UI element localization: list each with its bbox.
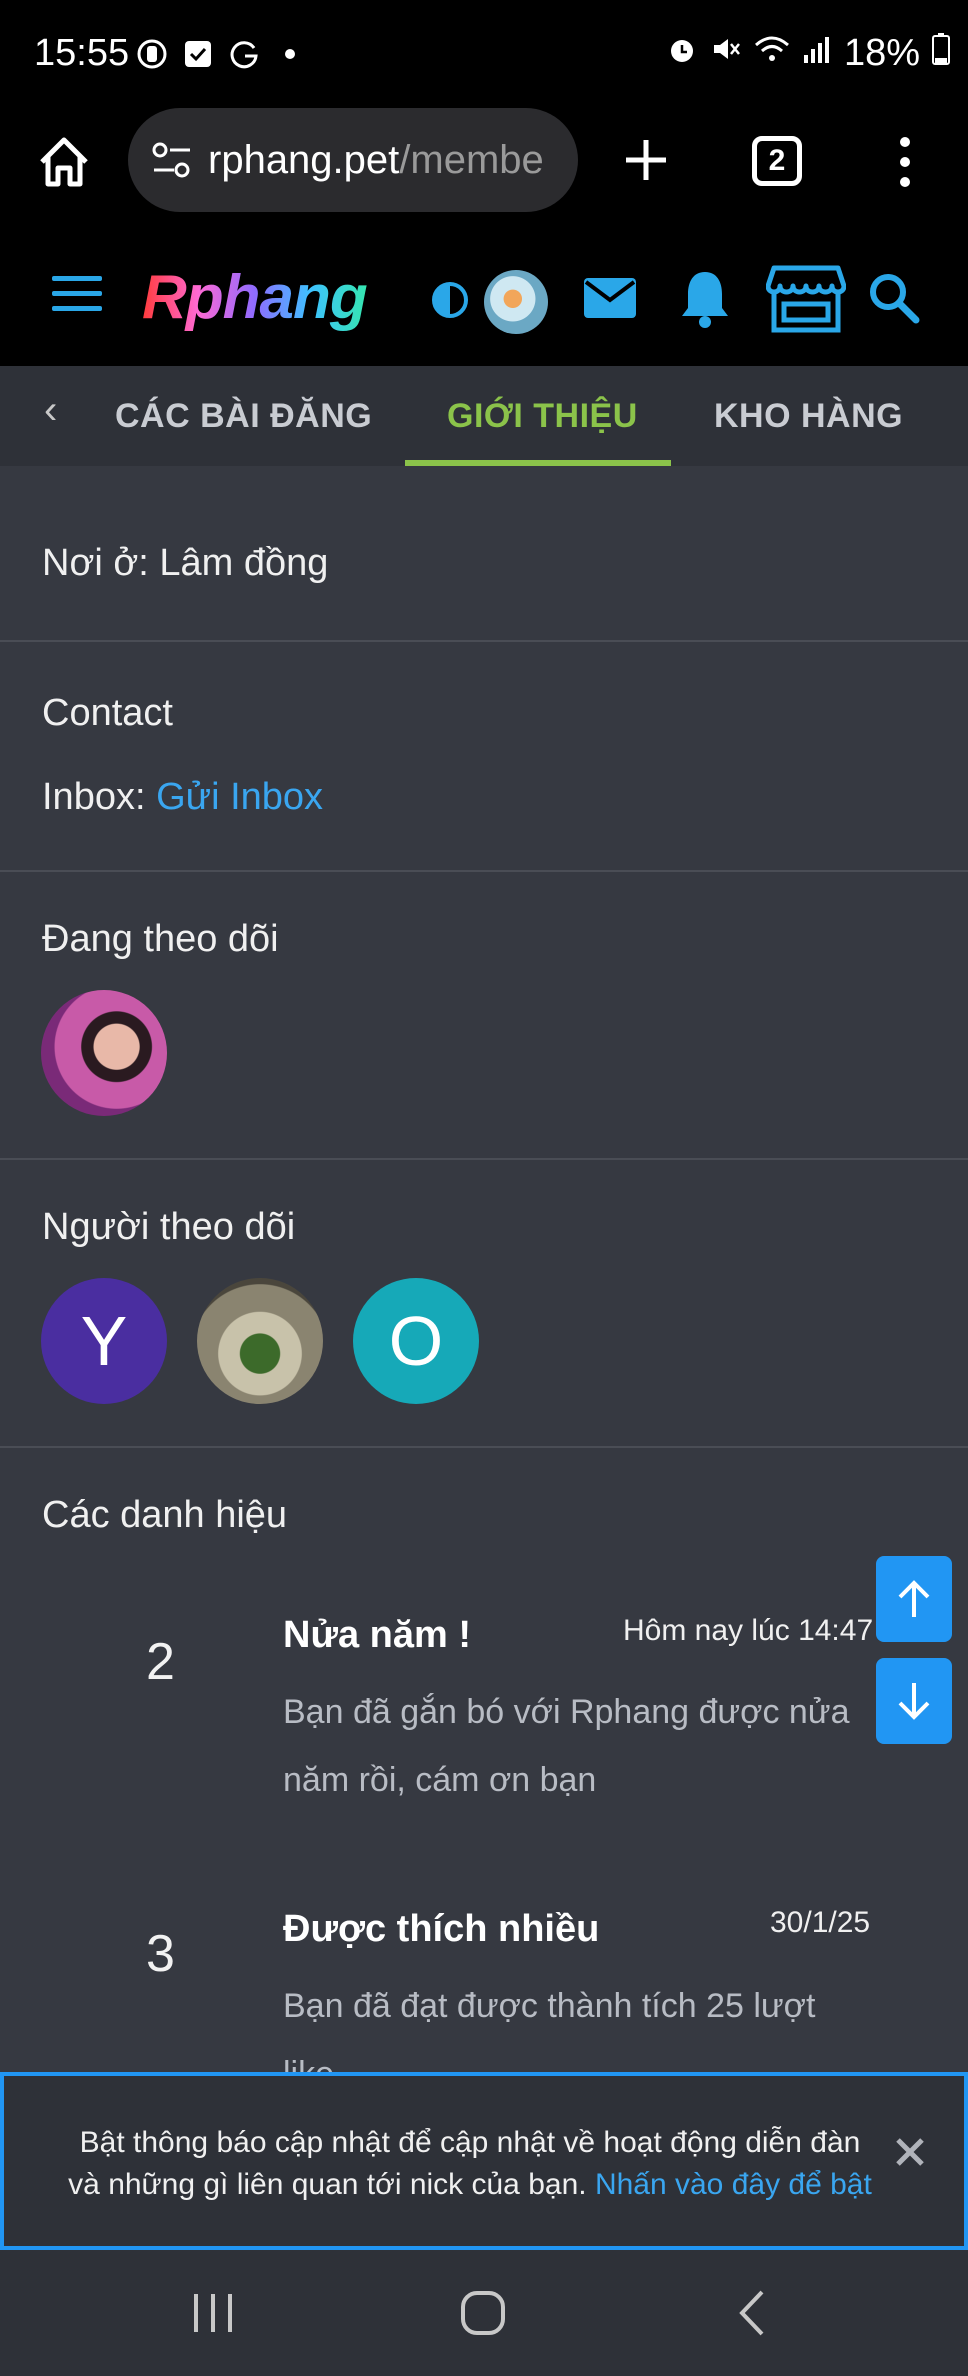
contact-section: Contact Inbox: Gửi Inbox bbox=[0, 642, 968, 872]
wifi-icon bbox=[754, 32, 790, 75]
browser-toolbar: rphang.pet/membe 2 bbox=[0, 108, 968, 218]
contrast-icon[interactable] bbox=[430, 280, 470, 320]
more-options-icon[interactable] bbox=[890, 134, 920, 190]
following-avatar[interactable] bbox=[41, 990, 167, 1116]
location-section: Nơi ở: Lâm đồng bbox=[0, 466, 968, 642]
site-logo[interactable]: Rphang bbox=[142, 262, 368, 333]
scroll-top-button[interactable] bbox=[876, 1556, 952, 1642]
badge-description: Bạn đã gắn bó với Rphang được nửa năm rồ… bbox=[283, 1693, 850, 1799]
following-section: Đang theo dõi bbox=[0, 872, 968, 1160]
system-navigation-bar bbox=[0, 2250, 968, 2376]
bell-icon[interactable] bbox=[678, 268, 732, 328]
follower-avatar[interactable] bbox=[197, 1278, 323, 1404]
back-icon[interactable] bbox=[730, 2288, 774, 2338]
tab-inventory[interactable]: KHO HÀNG bbox=[714, 366, 903, 466]
badge-number: 2 bbox=[146, 1633, 175, 1691]
scroll-bottom-button[interactable] bbox=[876, 1658, 952, 1744]
alarm-icon bbox=[666, 32, 698, 75]
home-icon[interactable] bbox=[36, 134, 92, 190]
badge-number: 3 bbox=[146, 1925, 175, 1983]
badge-title: Nửa năm ! bbox=[283, 1614, 471, 1656]
mute-icon bbox=[710, 32, 742, 75]
menu-icon[interactable] bbox=[52, 276, 102, 316]
check-icon bbox=[182, 38, 214, 70]
new-tab-icon[interactable] bbox=[618, 132, 674, 188]
site-settings-icon[interactable] bbox=[150, 138, 194, 182]
send-inbox-link[interactable]: Gửi Inbox bbox=[156, 776, 323, 818]
site-header: Rphang bbox=[0, 218, 968, 366]
home-nav-icon[interactable] bbox=[458, 2288, 508, 2338]
mail-icon[interactable] bbox=[582, 274, 638, 322]
close-icon[interactable] bbox=[890, 2132, 930, 2172]
chevron-left-icon[interactable]: ‹ bbox=[44, 388, 57, 433]
inbox-label: Inbox: bbox=[42, 776, 157, 818]
badge-date: 30/1/25 bbox=[770, 1906, 871, 1939]
grammarly-icon bbox=[228, 38, 260, 70]
store-icon[interactable] bbox=[765, 264, 847, 334]
push-notification-banner: Bật thông báo cập nhật để cập nhật về ho… bbox=[0, 2072, 968, 2250]
followers-section: Người theo dõi Y O bbox=[0, 1160, 968, 1448]
followers-heading: Người theo dõi bbox=[42, 1206, 296, 1248]
tab-posts[interactable]: CÁC BÀI ĐĂNG bbox=[115, 366, 372, 466]
arrow-up-icon bbox=[898, 1580, 930, 1617]
status-time: 15:55 bbox=[34, 32, 130, 74]
status-bar: 15:55 18% bbox=[0, 0, 968, 108]
profile-tabs: ‹ CÁC BÀI ĐĂNG GIỚI THIỆU KHO HÀNG bbox=[0, 366, 968, 466]
avatar[interactable] bbox=[484, 270, 548, 334]
url-host: rphang.pet bbox=[208, 137, 400, 182]
battery-icon bbox=[932, 32, 950, 75]
tab-switcher-button[interactable]: 2 bbox=[752, 136, 802, 186]
contact-heading: Contact bbox=[42, 692, 173, 734]
badge-date: Hôm nay lúc 14:47 bbox=[623, 1614, 874, 1647]
search-icon[interactable] bbox=[866, 270, 922, 326]
dot-icon bbox=[274, 38, 306, 70]
url-bar[interactable]: rphang.pet/membe bbox=[128, 108, 578, 212]
battery-percent: 18% bbox=[843, 32, 920, 74]
vpn-icon bbox=[136, 38, 168, 70]
enable-notifications-link[interactable]: Nhấn vào đây để bật bbox=[595, 2168, 872, 2201]
location-text: Nơi ở: Lâm đồng bbox=[42, 542, 329, 584]
badge-title: Được thích nhiều bbox=[283, 1908, 600, 1950]
follower-avatar[interactable]: O bbox=[353, 1278, 479, 1404]
titles-heading: Các danh hiệu bbox=[42, 1494, 288, 1536]
signal-icon bbox=[802, 32, 832, 75]
arrow-down-icon bbox=[898, 1683, 930, 1720]
follower-avatar[interactable]: Y bbox=[41, 1278, 167, 1404]
tab-about[interactable]: GIỚI THIỆU bbox=[447, 366, 638, 466]
recents-icon[interactable] bbox=[190, 2290, 236, 2336]
url-path: /membe bbox=[399, 137, 544, 182]
following-heading: Đang theo dõi bbox=[42, 918, 279, 960]
